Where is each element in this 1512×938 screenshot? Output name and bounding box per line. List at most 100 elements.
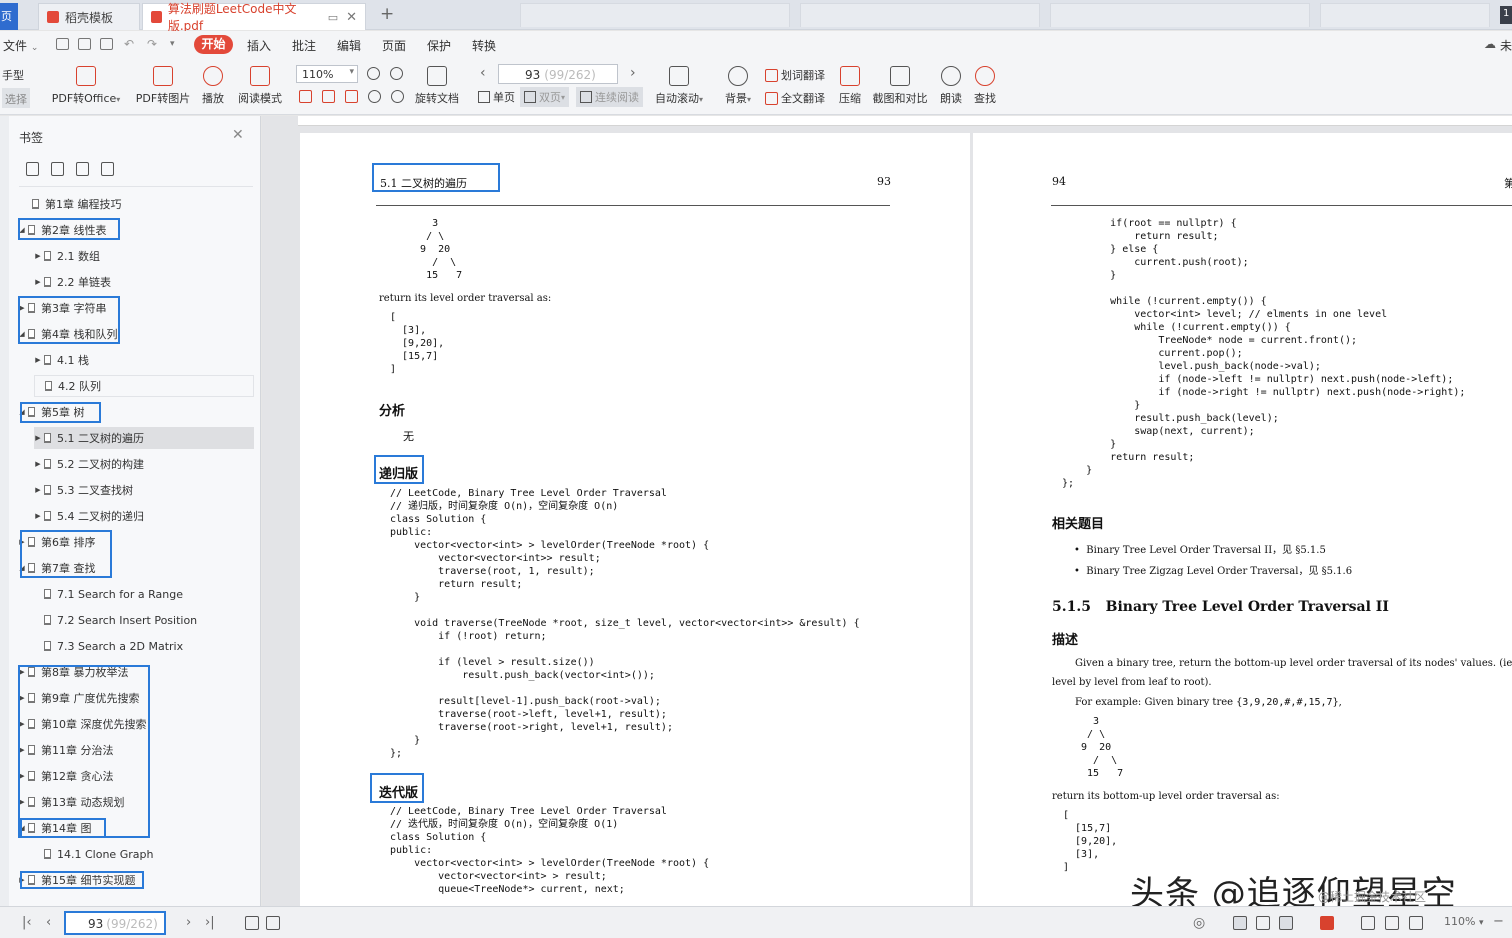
fit-width-icon[interactable]	[322, 90, 335, 103]
bookmark-item[interactable]: 7.3 Search a 2D Matrix	[34, 635, 183, 657]
prev-page-icon[interactable]: ‹	[46, 915, 51, 930]
tab-placeholder	[1320, 3, 1490, 27]
zoom-select[interactable]: 110% ▾	[296, 65, 358, 83]
screenshot-compare-button[interactable]: 截图和对比	[871, 66, 929, 106]
screenshot-icon	[890, 66, 910, 86]
play-button[interactable]: 播放	[199, 66, 227, 106]
bookmark-item[interactable]: 4.2 队列	[34, 375, 254, 397]
close-icon[interactable]: ✕	[232, 127, 244, 143]
read-mode-button[interactable]: 阅读模式	[236, 66, 284, 106]
zoom-level[interactable]: 110% ▾	[1444, 915, 1483, 928]
bookmark-icon	[44, 485, 51, 495]
bookmark-icon	[44, 589, 51, 599]
bookmark-item-selected[interactable]: ▶ 5.1 二叉树的遍历	[34, 427, 254, 449]
hand-tool-button[interactable]: 手型	[2, 67, 24, 83]
new-tab-button[interactable]: +	[380, 4, 394, 24]
fit-page-icon[interactable]	[1361, 916, 1375, 930]
page-number-input[interactable]: 93 (99/262)	[498, 64, 618, 84]
bookmark-item[interactable]: 7.1 Search for a Range	[34, 583, 183, 605]
compress-button[interactable]: 压缩	[837, 66, 863, 106]
bookmark-item[interactable]: ▶ 5.4 二叉树的递归	[34, 505, 144, 527]
word-translate-button[interactable]: 划词翻译	[765, 67, 825, 83]
back-icon[interactable]	[245, 916, 259, 930]
single-view-icon[interactable]	[1256, 916, 1270, 930]
play-icon[interactable]	[1320, 916, 1334, 930]
bookmark-item[interactable]: 7.2 Search Insert Position	[34, 609, 197, 631]
auto-scroll-button[interactable]: 自动滚动▾	[651, 66, 707, 106]
tab-start[interactable]: 开始	[194, 35, 233, 54]
add-bookmark-icon[interactable]	[76, 162, 89, 176]
search-icon	[975, 66, 995, 86]
tab-convert[interactable]: 转换	[472, 37, 496, 54]
open-icon[interactable]	[56, 38, 69, 50]
annotation-box	[370, 773, 424, 803]
fit-width-icon[interactable]	[1385, 916, 1399, 930]
first-page-icon[interactable]: |‹	[22, 915, 32, 930]
zoom-out-icon[interactable]: −	[1493, 914, 1504, 929]
continuous-read-button[interactable]: 连续阅读	[576, 87, 643, 107]
last-page-icon[interactable]: ›|	[205, 915, 215, 930]
background-button[interactable]: 背景▾	[722, 66, 754, 106]
bookmark-item[interactable]: ▶ 2.1 数组	[34, 245, 100, 267]
menu-file[interactable]: 文件 ⌄	[3, 37, 38, 54]
tab-home[interactable]: 页	[0, 3, 18, 30]
rotate-right-icon[interactable]	[391, 90, 404, 103]
collapse-all-icon[interactable]	[51, 162, 64, 176]
bookmark-item[interactable]: ▶ 4.1 栈	[34, 349, 89, 371]
pdf-to-image-button[interactable]: PDF转图片	[134, 66, 192, 106]
tab-protect[interactable]: 保护	[427, 37, 451, 54]
status-page-input[interactable]: 93 (99/262)	[64, 911, 166, 935]
print-icon[interactable]	[100, 38, 113, 50]
read-aloud-button[interactable]: 朗读	[938, 66, 964, 106]
next-page-icon[interactable]: ›	[186, 915, 191, 930]
find-button[interactable]: 查找	[972, 66, 998, 106]
tab-edit[interactable]: 编辑	[337, 37, 361, 54]
tab-page[interactable]: 页面	[382, 37, 406, 54]
zoom-in-icon[interactable]	[390, 67, 403, 80]
bookmark-item[interactable]: ▶ 2.2 单链表	[34, 271, 111, 293]
rotate-left-icon[interactable]	[368, 90, 381, 103]
double-page-button[interactable]: 双页 ▾	[520, 87, 570, 107]
bookmark-icon[interactable]	[101, 162, 114, 176]
eye-protection-icon[interactable]: ◎	[1193, 915, 1205, 931]
tab-insert[interactable]: 插入	[247, 37, 271, 54]
continuous-view-icon[interactable]	[1233, 916, 1247, 930]
next-page-icon[interactable]: ›	[630, 65, 636, 81]
rotate-document-button[interactable]: 旋转文档	[412, 66, 462, 106]
undo-icon[interactable]: ↶	[124, 37, 134, 51]
page-header-rule	[1051, 190, 1512, 206]
single-page-button[interactable]: 单页	[474, 87, 519, 107]
redo-icon[interactable]: ↷	[147, 37, 157, 51]
forward-icon[interactable]	[266, 916, 280, 930]
window-counter-badge[interactable]: 1	[1500, 6, 1512, 24]
code-block: // LeetCode, Binary Tree Level Order Tra…	[390, 488, 860, 759]
tab-close-icon[interactable]: ✕	[346, 10, 357, 25]
bookmark-item[interactable]: ▶ 5.3 二叉查找树	[34, 479, 133, 501]
tab-comment[interactable]: 批注	[292, 37, 316, 54]
tab-template[interactable]: 稻壳模板	[38, 3, 140, 30]
annotation-box	[18, 665, 150, 838]
zoom-out-icon[interactable]	[367, 67, 380, 80]
expand-all-icon[interactable]	[26, 162, 39, 176]
prev-page-icon[interactable]: ‹	[480, 65, 486, 81]
select-tool-button[interactable]: 选择	[2, 88, 30, 108]
bookmark-item[interactable]: 14.1 Clone Graph	[34, 843, 153, 865]
tree-diagram: 3 / \ 9 20 / \ 15 7	[1081, 716, 1124, 779]
cloud-sync-icon[interactable]: ☁	[1484, 37, 1496, 51]
full-translate-button[interactable]: 全文翻译	[765, 90, 825, 106]
actual-size-icon[interactable]	[1409, 916, 1423, 930]
actual-size-icon[interactable]	[345, 90, 358, 103]
read-mode-icon	[250, 66, 270, 86]
fit-page-icon[interactable]	[299, 90, 312, 103]
save-icon[interactable]	[78, 38, 91, 50]
bookmark-item[interactable]: ▶ 5.2 二叉树的构建	[34, 453, 144, 475]
tab-window-icon[interactable]: ▭	[328, 11, 338, 24]
quick-access-dropdown-icon[interactable]: ▾	[170, 39, 175, 49]
pdf-to-office-button[interactable]: PDF转Office▾	[50, 66, 122, 106]
double-view-icon[interactable]	[1279, 916, 1293, 930]
continuous-read-icon	[580, 91, 592, 103]
related-item: • Binary Tree Zigzag Level Order Travers…	[1074, 566, 1353, 577]
bookmark-item[interactable]: 第1章 编程技巧	[22, 193, 122, 215]
tab-pdf-document[interactable]: 算法刷题LeetCode中文版.pdf ▭ ✕	[142, 2, 366, 33]
document-viewer[interactable]: 5.1 二叉树的遍历 93 3 / \ 9 20 / \ 15 7 return…	[262, 116, 1512, 906]
